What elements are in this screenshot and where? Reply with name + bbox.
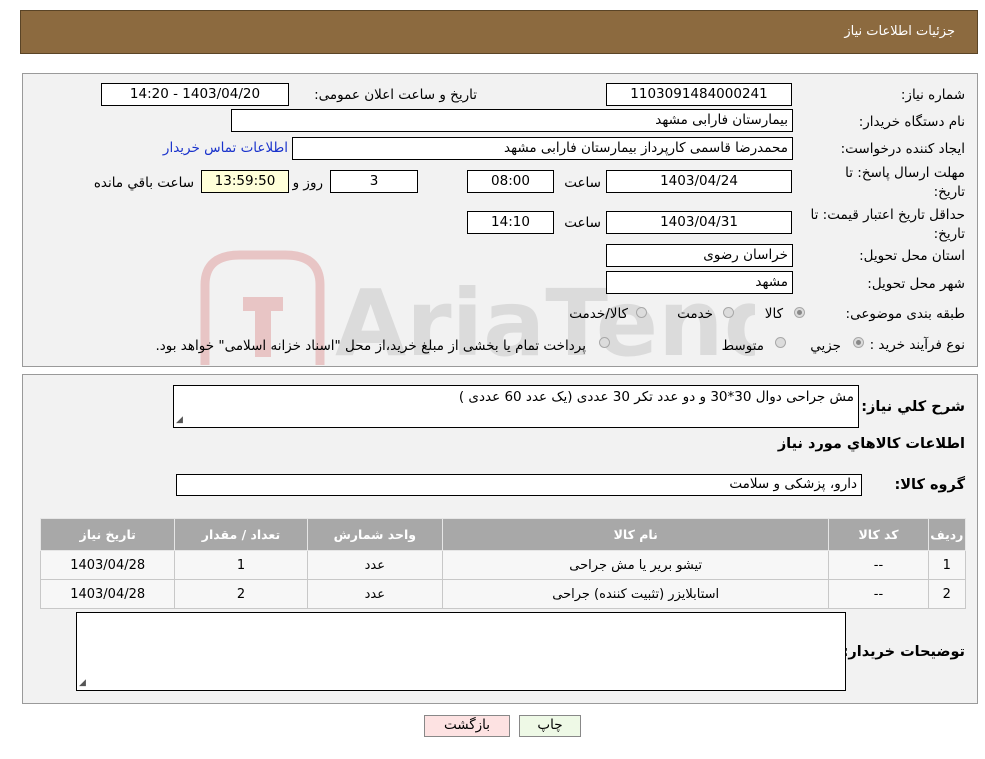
- goods-group-label: گروه کالا:: [894, 477, 965, 493]
- summary-text: مش جراحی دوال 30*30 و دو عدد تکر 30 عددی…: [458, 389, 854, 405]
- cell-row-number: 2: [927, 579, 967, 609]
- category-goods-service-label: کالا/خدمت: [569, 306, 628, 322]
- city-label: شهر محل تحویل:: [867, 276, 965, 292]
- days-field: 3: [330, 170, 418, 193]
- goods-group-field: دارو، پزشکی و سلامت: [176, 474, 862, 496]
- goods-info-title: اطلاعات کالاهاي مورد نیاز: [777, 436, 965, 452]
- category-service-radio[interactable]: [723, 307, 734, 318]
- need-number-label: شماره نیاز:: [900, 87, 965, 103]
- announce-date-label: تاریخ و ساعت اعلان عمومی:: [314, 87, 477, 103]
- remaining-time-label: ساعت باقي مانده: [93, 175, 194, 191]
- requester-label: ایجاد کننده درخواست:: [840, 141, 965, 157]
- purchase-type-label: نوع فرآیند خرید :: [869, 337, 965, 353]
- cell-quantity: 1: [174, 550, 308, 580]
- treasury-payment-checkbox[interactable]: [599, 337, 610, 348]
- col-header-quantity: تعداد / مقدار: [174, 518, 308, 551]
- buyer-contact-link[interactable]: اطلاعات تماس خریدار: [163, 140, 288, 156]
- city-field: مشهد: [606, 271, 793, 294]
- validity-label-date: تاریخ:: [933, 226, 965, 242]
- page-header: جزئیات اطلاعات نیاز: [20, 10, 978, 54]
- deadline-date-field: 1403/04/24: [606, 170, 792, 193]
- col-header-unit: واحد شمارش: [306, 518, 443, 551]
- cell-unit: عدد: [306, 550, 443, 580]
- validity-label: حداقل تاریخ اعتبار قیمت: تا: [810, 207, 965, 223]
- resize-grip-icon[interactable]: ◢: [79, 679, 86, 688]
- print-button[interactable]: چاپ: [519, 715, 581, 737]
- days-label: روز و: [292, 175, 323, 191]
- cell-item-code: --: [828, 579, 929, 609]
- purchase-medium-radio[interactable]: [775, 337, 786, 348]
- summary-label: شرح کلي نیاز:: [861, 399, 965, 415]
- need-number-field: 1103091484000241: [606, 83, 792, 106]
- category-goods-service-radio[interactable]: [636, 307, 647, 318]
- category-label: طبقه بندی موضوعی:: [845, 306, 965, 322]
- table-row: 1 -- تیشو بریر یا مش جراحی عدد 1 1403/04…: [39, 550, 967, 580]
- category-goods-label: کالا: [764, 306, 783, 322]
- deadline-time-field: 08:00: [467, 170, 554, 193]
- cell-need-date: 1403/04/28: [39, 550, 176, 580]
- treasury-payment-note: پرداخت تمام یا بخشی از مبلغ خرید،از محل …: [155, 338, 586, 354]
- cell-quantity: 2: [174, 579, 308, 609]
- back-button[interactable]: بازگشت: [424, 715, 510, 737]
- cell-need-date: 1403/04/28: [39, 579, 176, 609]
- cell-unit: عدد: [306, 579, 443, 609]
- deadline-label-date: تاریخ:: [933, 184, 965, 200]
- col-header-row-number: ردیف: [927, 518, 967, 551]
- purchase-medium-label: متوسط: [721, 338, 764, 354]
- resize-grip-icon[interactable]: ◢: [176, 416, 183, 425]
- validity-time-label: ساعت: [564, 215, 601, 231]
- announce-date-field: 1403/04/20 - 14:20: [101, 83, 289, 106]
- category-service-label: خدمت: [677, 306, 713, 322]
- province-label: استان محل تحویل:: [859, 248, 965, 264]
- validity-time-field: 14:10: [467, 211, 554, 234]
- cell-item-name: تیشو بریر یا مش جراحی: [441, 550, 830, 580]
- deadline-time-label: ساعت: [564, 175, 601, 191]
- purchase-minor-radio[interactable]: [853, 337, 864, 348]
- col-header-item-name: نام کالا: [441, 518, 830, 551]
- table-header-row: ردیف کد کالا نام کالا واحد شمارش تعداد /…: [39, 518, 967, 551]
- remaining-time-field: 13:59:50: [201, 170, 289, 193]
- buyer-notes-textarea[interactable]: ◢: [76, 612, 846, 691]
- cell-item-code: --: [828, 550, 929, 580]
- table-row: 2 -- استابلایزر (تثبیت کننده) جراحی عدد …: [39, 579, 967, 609]
- buyer-org-label: نام دستگاه خریدار:: [858, 114, 965, 130]
- province-field: خراسان رضوی: [606, 244, 793, 267]
- col-header-item-code: کد کالا: [828, 518, 929, 551]
- page-title: جزئیات اطلاعات نیاز: [844, 24, 955, 39]
- cell-item-name: استابلایزر (تثبیت کننده) جراحی: [441, 579, 830, 609]
- cell-row-number: 1: [927, 550, 967, 580]
- goods-table: ردیف کد کالا نام کالا واحد شمارش تعداد /…: [39, 518, 967, 609]
- category-goods-radio[interactable]: [794, 307, 805, 318]
- buyer-org-field: بیمارستان فارابی مشهد: [231, 109, 793, 132]
- validity-date-field: 1403/04/31: [606, 211, 792, 234]
- col-header-need-date: تاریخ نیاز: [39, 518, 176, 551]
- buyer-notes-label: توضیحات خریدار:: [842, 644, 965, 660]
- requester-field: محمدرضا قاسمی کارپرداز بیمارستان فارابی …: [292, 137, 793, 160]
- purchase-minor-label: جزیي: [810, 338, 841, 354]
- summary-textarea[interactable]: مش جراحی دوال 30*30 و دو عدد تکر 30 عددی…: [173, 385, 859, 428]
- deadline-label: مهلت ارسال پاسخ: تا: [845, 165, 965, 181]
